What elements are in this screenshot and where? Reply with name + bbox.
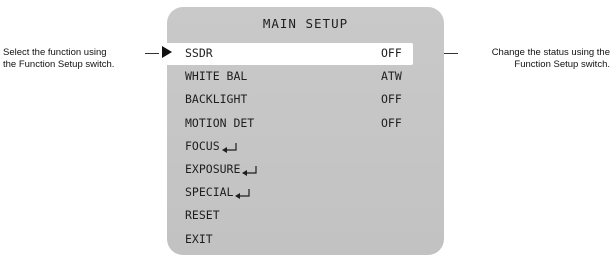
menu-item-reset[interactable]: RESET	[167, 205, 444, 227]
left-callout-line-2: the Function Setup switch.	[3, 59, 115, 70]
menu-item-white-bal[interactable]: WHITE BAL ATW	[167, 66, 444, 88]
menu-item-label: WHITE BAL	[185, 69, 248, 84]
right-callout: Change the status using the Function Set…	[460, 47, 610, 71]
menu-item-motion-det[interactable]: MOTION DET OFF	[167, 113, 444, 135]
menu-item-backlight[interactable]: BACKLIGHT OFF	[167, 89, 444, 111]
menu-item-label: RESET	[185, 208, 220, 223]
menu-item-exit[interactable]: EXIT	[167, 229, 444, 251]
enter-arrow-icon	[242, 163, 258, 181]
right-callout-line-2: Function Setup switch.	[514, 59, 610, 70]
osd-menu-panel: MAIN SETUP SSDR OFF WHITE BAL ATW BACKLIGHT O…	[159, 7, 444, 255]
menu-item-value: ATW	[381, 69, 402, 84]
menu-item-label: EXPOSURE	[185, 162, 241, 176]
enter-arrow-icon	[221, 140, 238, 158]
menu-item-label: SSDR	[185, 46, 213, 60]
menu-item-label: MOTION DET	[185, 115, 255, 130]
right-callout-line-1: Change the status using the	[491, 47, 610, 58]
menu-item-label: BACKLIGHT	[185, 92, 248, 107]
menu-item-label: FOCUS	[185, 138, 220, 153]
menu-item-value: OFF	[381, 46, 402, 60]
menu-item-ssdr[interactable]: SSDR OFF	[159, 43, 413, 65]
menu-item-label: SPECIAL	[185, 185, 234, 200]
menu-title: MAIN SETUP	[262, 16, 349, 31]
menu-item-exposure[interactable]: EXPOSURE	[167, 159, 444, 181]
menu-item-special[interactable]: SPECIAL	[167, 182, 444, 204]
left-callout: Select the function using the Function S…	[3, 47, 153, 71]
triangle-right-icon	[162, 46, 172, 62]
menu-item-value: OFF	[381, 115, 402, 130]
menu-item-value: OFF	[381, 92, 402, 107]
menu-item-focus[interactable]: FOCUS	[167, 136, 444, 158]
menu-item-label: EXIT	[185, 231, 213, 246]
left-callout-line-1: Select the function using	[3, 47, 107, 58]
enter-arrow-icon	[235, 186, 251, 204]
